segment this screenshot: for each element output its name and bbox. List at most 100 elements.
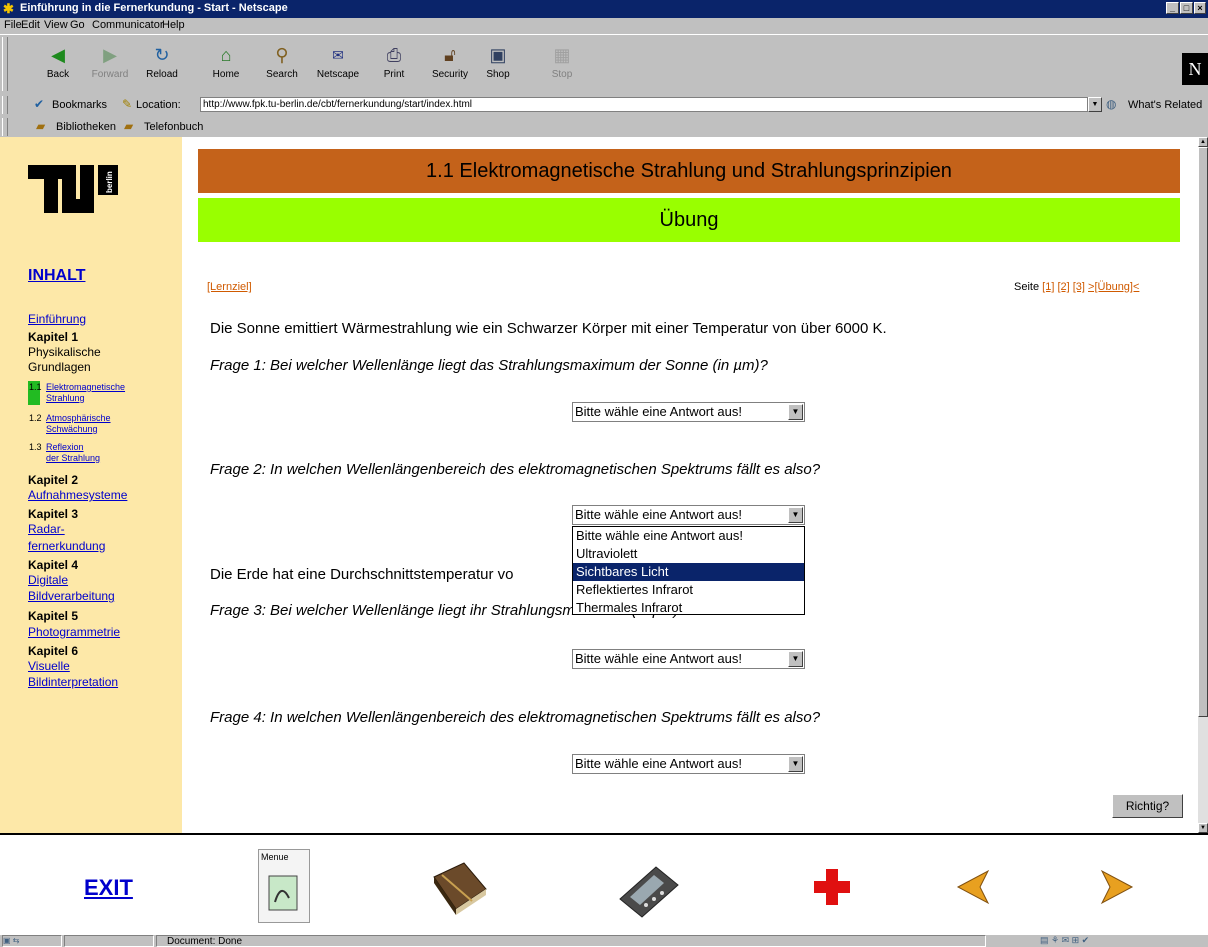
bookmarks-icon[interactable]: ✔ [34,97,44,111]
previous-page-icon[interactable] [956,869,990,905]
bookmark-bibliotheken[interactable]: Bibliotheken [56,121,116,133]
reload-button[interactable]: ↻ Reload [136,39,188,91]
nav-digitale-b[interactable]: Bildverarbeitung [28,589,115,603]
dropdown-option[interactable]: Bitte wähle eine Antwort aus! [573,527,804,545]
chevron-down-icon[interactable]: ▼ [788,507,803,523]
chevron-down-icon[interactable]: ▼ [788,756,803,772]
navigation-toolbar: ◀ Back ▶ Forward ↻ Reload ⌂ Home ⚲ Searc… [0,34,1208,92]
minimize-button[interactable]: _ [1166,2,1179,14]
tu-berlin-logo[interactable]: berlin [28,163,124,215]
dropdown-option[interactable]: Reflektiertes Infrarot [573,581,804,599]
home-button[interactable]: ⌂ Home [200,39,252,91]
security-status-icon[interactable]: ▣ ⇆ [2,935,62,947]
nav-photogrammetrie[interactable]: Photogrammetrie [28,625,120,639]
nav-digitale-a[interactable]: Digitale [28,573,68,587]
location-icon: ✎ [122,97,133,111]
nav-visuelle-b[interactable]: Bildinterpretation [28,675,118,689]
section-header: 1.1 Elektromagnetische Strahlung und Str… [198,149,1180,193]
lernziel-link[interactable]: [Lernziel] [207,281,252,293]
bookmarks-button[interactable]: Bookmarks [52,99,107,111]
nav-einfuehrung[interactable]: Einführung [28,312,86,326]
nav-section-1-3-number: 1.3 [29,442,42,452]
nav-kapitel-1-title-a: Physikalische [28,345,101,359]
location-dropdown-button[interactable]: ▼ [1088,97,1102,112]
whats-related-button[interactable]: What's Related [1128,99,1202,111]
nav-section-1-3-b[interactable]: der Strahlung [46,453,100,463]
menu-file[interactable]: File [4,19,22,31]
menue-button[interactable]: Menue [258,849,310,923]
scroll-thumb[interactable] [1198,147,1208,717]
menu-help[interactable]: Help [162,19,185,31]
question-2: Frage 2: In welchen Wellenlängenbereich … [210,461,821,478]
help-cross-icon[interactable] [812,867,852,907]
print-button[interactable]: ⎙ Print [368,39,420,91]
nav-visuelle-a[interactable]: Visuelle [28,659,70,673]
answer-select-1[interactable]: Bitte wähle eine Antwort aus! ▼ [572,402,805,422]
book-icon[interactable] [428,857,490,919]
netscape-button[interactable]: ✉ Netscape [312,39,364,91]
answer-select-3[interactable]: Bitte wähle eine Antwort aus! ▼ [572,649,805,669]
chevron-down-icon[interactable]: ▼ [788,651,803,667]
left-nav: berlin INHALT Einführung Kapitel 1 Physi… [0,137,182,833]
question-3-text: Frage 3: Bei welcher Wellenlänge liegt i… [210,602,510,619]
nav-kapitel-1-title-b: Grundlagen [28,360,91,374]
progress-bar [64,935,154,947]
nav-kapitel-1: Kapitel 1 [28,330,79,344]
security-button[interactable]: 🔓︎ Security [424,39,476,91]
back-button[interactable]: ◀ Back [32,39,84,91]
url-input[interactable]: http://www.fpk.tu-berlin.de/cbt/fernerku… [200,97,1088,112]
page-link-2[interactable]: [2] [1057,281,1069,293]
dropdown-option[interactable]: Thermales Infrarot [573,599,804,617]
inhalt-link[interactable]: INHALT [28,267,85,285]
scroll-down-button[interactable]: ▼ [1198,823,1208,833]
personal-grip[interactable] [2,118,8,136]
nav-section-1-2-a[interactable]: Atmosphärische [46,413,111,423]
security-label: Security [431,69,469,80]
dropdown-option-selected[interactable]: Sichtbares Licht [573,563,804,581]
component-bar-icons[interactable]: ▤ ⚘ ✉ ⊞ ✔ [1040,935,1089,946]
nav-section-1-1-b[interactable]: Strahlung [46,393,85,403]
menue-label: Menue [261,852,289,862]
page-link-3[interactable]: [3] [1073,281,1085,293]
chevron-down-icon[interactable]: ▼ [788,404,803,420]
nav-kapitel-2: Kapitel 2 [28,473,79,487]
nav-radar-b[interactable]: fernerkundung [28,539,105,553]
shop-button[interactable]: ▣ Shop [472,39,524,91]
exit-link[interactable]: EXIT [84,875,133,901]
page-link-uebung[interactable]: >[Übung]< [1088,281,1139,293]
nav-aufnahmesysteme[interactable]: Aufnahmesysteme [28,488,127,502]
toolbar-grip[interactable] [2,37,8,91]
menu-go[interactable]: Go [70,19,85,31]
next-page-icon[interactable] [1100,869,1134,905]
nav-section-1-1-a[interactable]: Elektromagnetische [46,382,125,392]
whats-related-icon: ◍ [1106,97,1117,111]
calculator-icon[interactable] [616,863,680,919]
window-title: Einführung in die Fernerkundung - Start … [20,2,288,14]
netscape-logo[interactable]: N [1182,53,1208,85]
bookmark-telefonbuch[interactable]: Telefonbuch [144,121,203,133]
forward-button[interactable]: ▶ Forward [84,39,136,91]
nav-radar-a[interactable]: Radar- [28,522,65,536]
stop-button[interactable]: ▦ Stop [536,39,588,91]
dropdown-option[interactable]: Ultraviolett [573,545,804,563]
answer-select-2[interactable]: Bitte wähle eine Antwort aus! ▼ [572,505,805,525]
page-link-1[interactable]: [1] [1042,281,1054,293]
answer-select-4[interactable]: Bitte wähle eine Antwort aus! ▼ [572,754,805,774]
scroll-up-button[interactable]: ▲ [1198,137,1208,147]
netscape-label: Netscape [316,69,360,80]
nav-section-1-2-b[interactable]: Schwächung [46,424,98,434]
check-answers-button[interactable]: Richtig? [1112,794,1183,818]
search-button[interactable]: ⚲ Search [256,39,308,91]
menu-communicator[interactable]: Communicator [92,19,164,31]
nav-section-1-1-number: 1.1 [29,382,42,392]
nav-section-1-3-a[interactable]: Reflexion [46,442,84,452]
menu-view[interactable]: View [44,19,68,31]
location-label: Location: [136,99,181,111]
page-navigation: Seite [1] [2] [3] >[Übung]< [1014,281,1139,293]
maximize-button[interactable]: □ [1180,2,1193,14]
reload-icon: ↻ [154,45,170,65]
close-button[interactable]: × [1194,2,1206,14]
menu-edit[interactable]: Edit [21,19,40,31]
section-subheader: Übung [198,198,1180,242]
location-grip[interactable] [2,96,8,114]
